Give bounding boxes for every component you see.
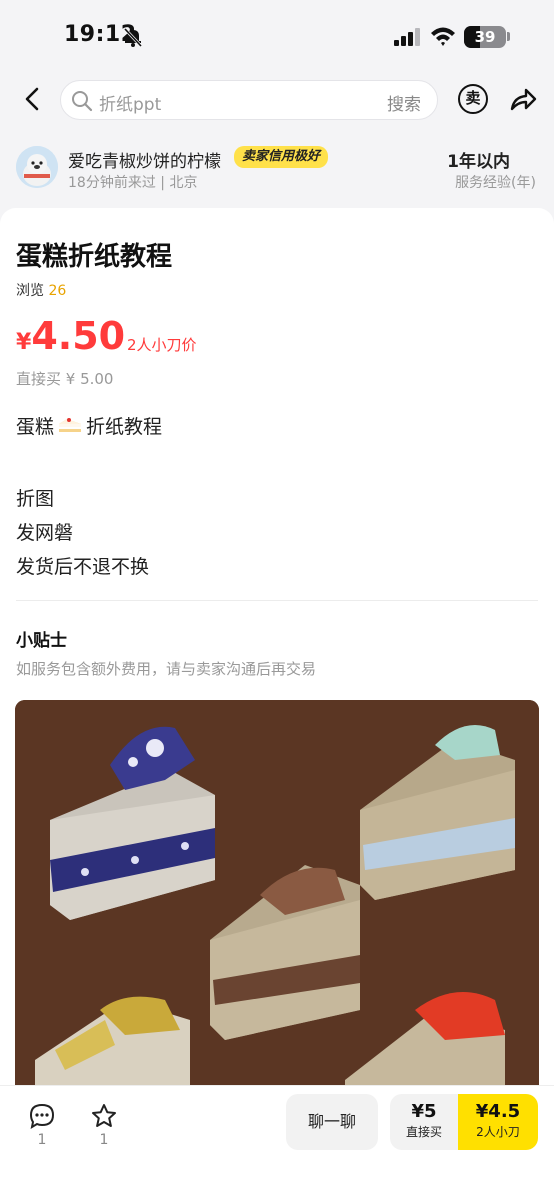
price-value: 4.50 xyxy=(31,314,126,358)
price-tag: 2人小刀价 xyxy=(127,336,197,354)
direct-buy-button[interactable]: ¥5 直接买 xyxy=(390,1094,458,1150)
battery-tip xyxy=(507,32,510,41)
seller-location: 北京 xyxy=(169,175,198,191)
origami-cake-image xyxy=(15,700,539,1100)
desc-line-1: 蛋糕 折纸教程 xyxy=(16,412,162,439)
comment-count: 1 xyxy=(37,1132,47,1148)
status-bar: 19:12 39 xyxy=(0,0,554,72)
star-icon[interactable] xyxy=(90,1102,118,1130)
avatar[interactable] xyxy=(16,146,58,188)
wifi-icon xyxy=(431,27,455,46)
share-icon[interactable] xyxy=(508,84,538,114)
seller-name[interactable]: 爱吃青椒炒饼的柠檬 xyxy=(68,147,221,172)
bottom-action-bar: 1 1 聊一聊 ¥5 直接买 ¥4.5 2人小刀 xyxy=(0,1085,554,1199)
credit-badge: 卖家信用极好 xyxy=(234,146,329,168)
chat-button[interactable]: 聊一聊 xyxy=(286,1094,378,1150)
seller-info[interactable]: 爱吃青椒炒饼的柠檬 卖家信用极好 18分钟前来过 | 北京 1年以内 服务经验(… xyxy=(0,140,554,200)
desc-text-b: 折纸教程 xyxy=(86,416,163,438)
group-cut-label: 2人小刀 xyxy=(476,1125,520,1139)
top-nav: 折纸ppt 搜索 卖 xyxy=(0,72,554,132)
search-button[interactable]: 搜索 xyxy=(387,90,421,115)
seal-avatar-image xyxy=(16,146,58,188)
cake-icon xyxy=(59,418,82,432)
group-cut-button[interactable]: ¥4.5 2人小刀 xyxy=(458,1094,538,1150)
seller-meta: 18分钟前来过 | 北京 xyxy=(68,175,198,191)
bell-muted-icon xyxy=(123,27,143,48)
direct-buy-label: 直接买 xyxy=(405,1125,442,1139)
battery-percent: 39 xyxy=(474,28,496,46)
sell-icon[interactable]: 卖 xyxy=(458,84,488,114)
last-seen: 18分钟前来过 xyxy=(68,175,156,191)
views-label: 浏览 xyxy=(16,283,44,299)
battery-icon: 39 xyxy=(464,26,506,48)
price-currency: ¥ xyxy=(16,330,32,355)
views-number: 26 xyxy=(48,283,67,299)
direct-buy-price: ¥5 xyxy=(411,1101,437,1122)
tips-title: 小贴士 xyxy=(16,631,67,651)
experience-value: 1年以内 xyxy=(447,152,510,172)
desc-line-3: 发网磐 xyxy=(16,522,74,544)
search-input[interactable]: 折纸ppt xyxy=(99,90,161,115)
view-count: 浏览 26 xyxy=(16,280,66,300)
desc-text-a: 蛋糕 xyxy=(16,416,55,438)
group-cut-price: ¥4.5 xyxy=(475,1101,521,1122)
search-bar[interactable]: 折纸ppt 搜索 xyxy=(60,80,438,120)
tips-body: 如服务包含额外费用，请与卖家沟通后再交易 xyxy=(16,660,317,678)
cellular-signal-icon xyxy=(394,28,420,46)
comment-icon[interactable] xyxy=(28,1102,56,1130)
direct-price: 直接买 ¥ 5.00 xyxy=(16,370,114,388)
search-icon xyxy=(72,91,93,112)
desc-line-2: 折图 xyxy=(16,488,55,510)
divider xyxy=(16,600,538,601)
favorite-count: 1 xyxy=(99,1132,109,1148)
product-title: 蛋糕折纸教程 xyxy=(16,242,173,272)
desc-line-4: 发货后不退不换 xyxy=(16,556,150,578)
experience-label: 服务经验(年) xyxy=(455,175,536,191)
back-arrow-icon[interactable] xyxy=(18,84,48,114)
product-card: 蛋糕折纸教程 浏览 26 ¥4.50 2人小刀价 直接买 ¥ 5.00 蛋糕 折… xyxy=(0,208,554,1199)
product-photo[interactable] xyxy=(15,700,539,1100)
price: ¥4.50 xyxy=(16,314,125,358)
